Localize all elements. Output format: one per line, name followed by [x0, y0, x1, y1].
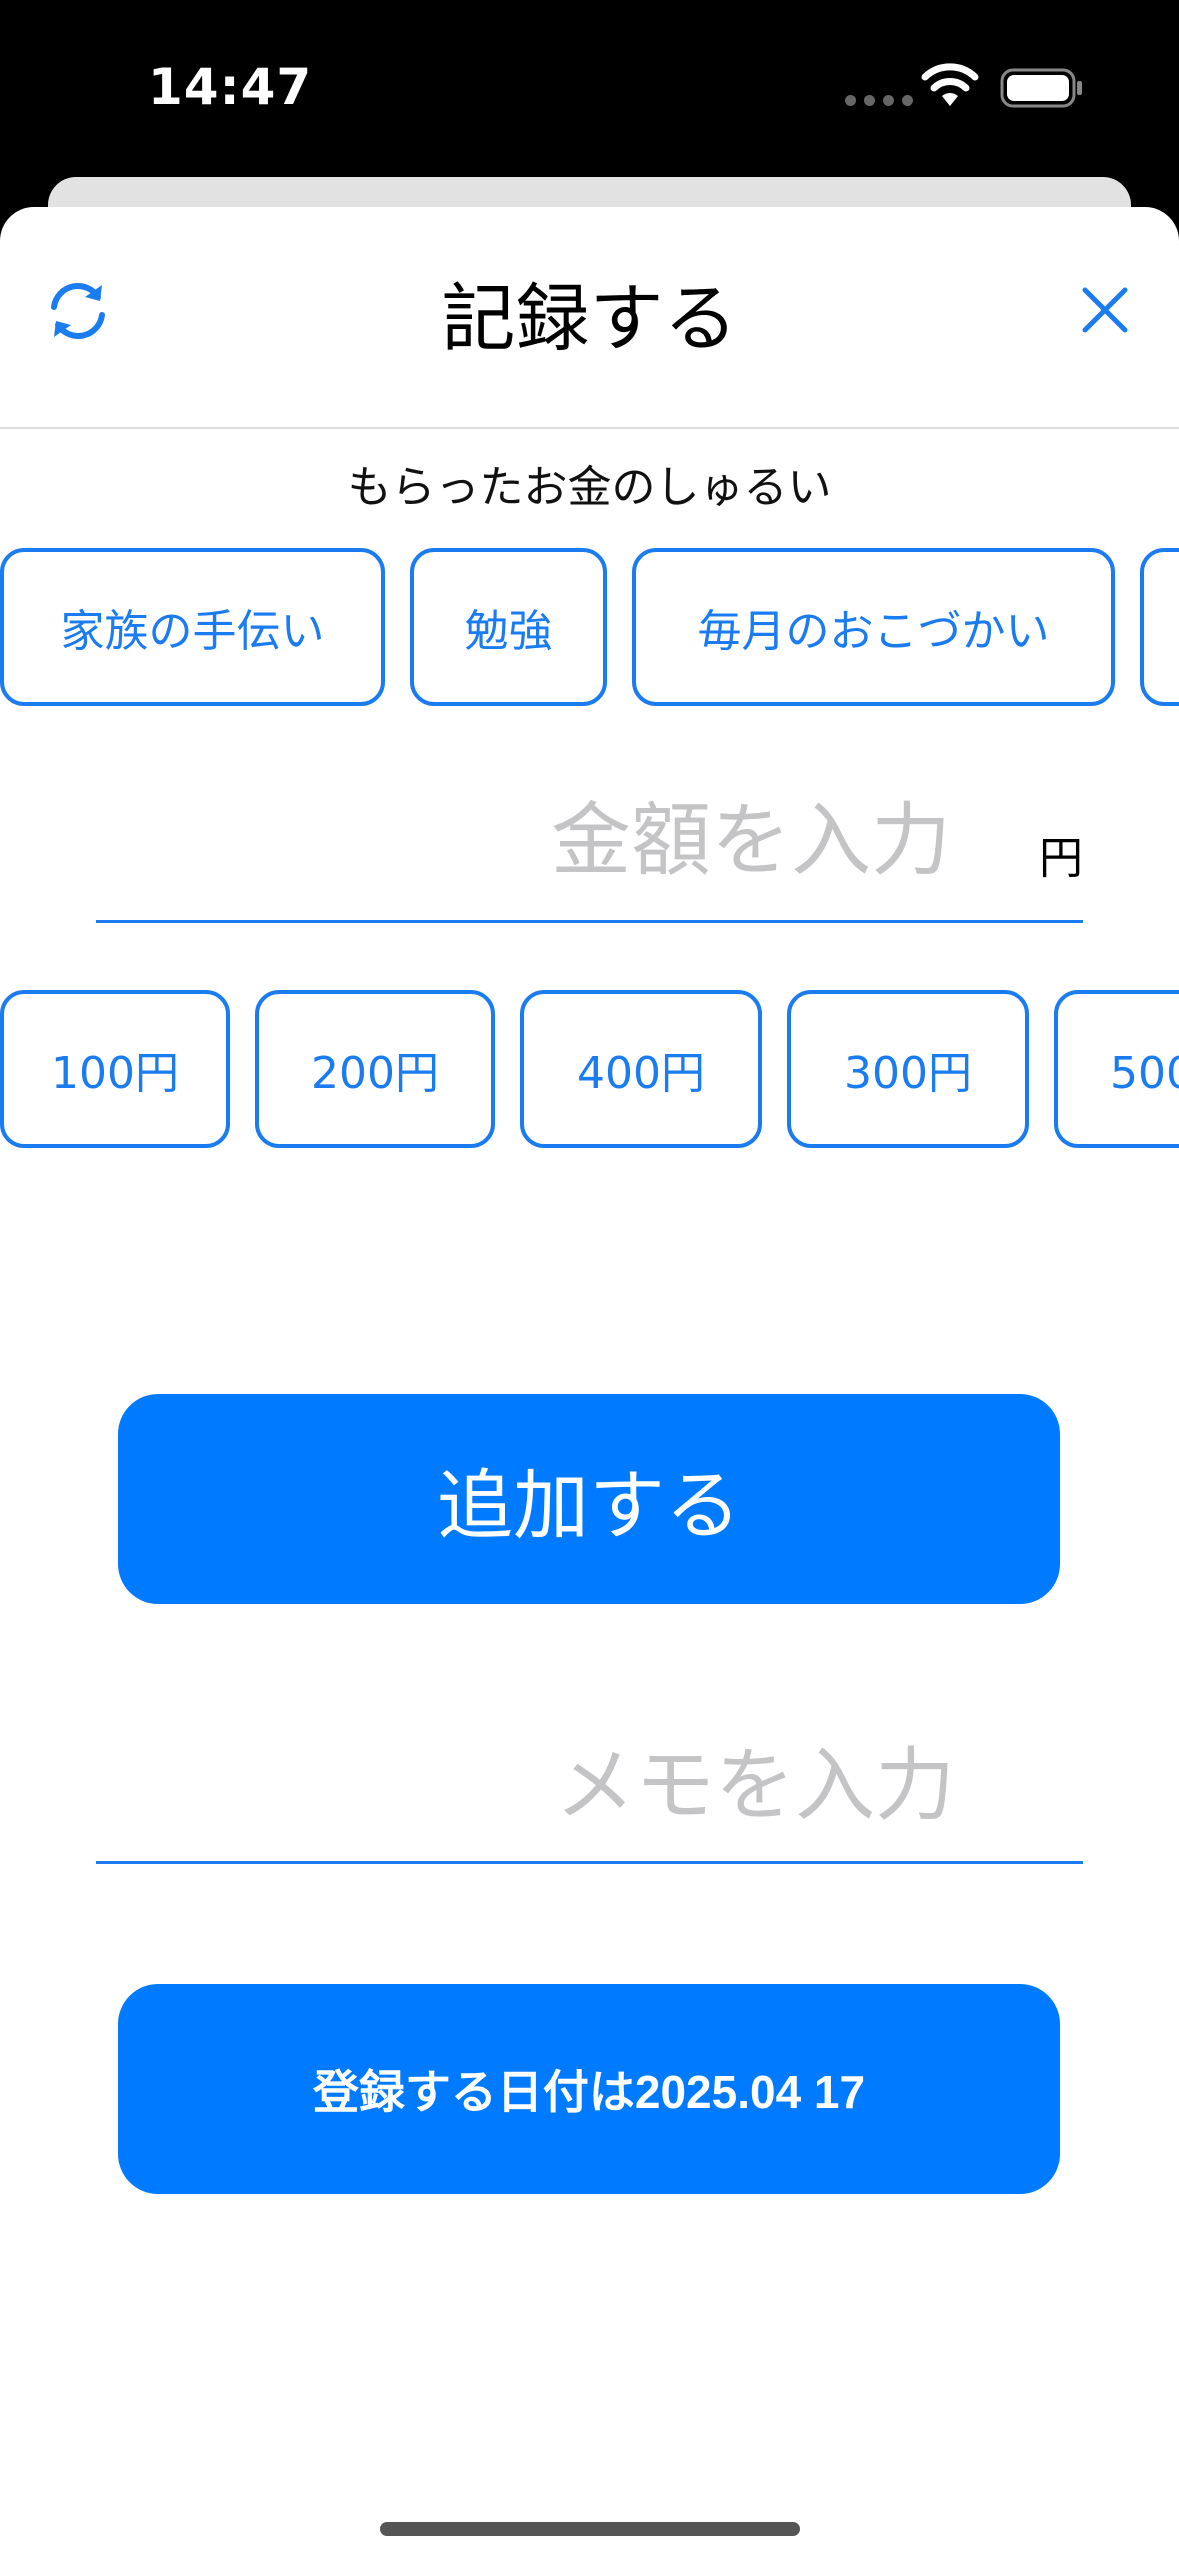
amount-preset-400[interactable]: 400円 [520, 990, 762, 1148]
memo-input[interactable] [173, 1729, 957, 1841]
memo-field [96, 1707, 1083, 1864]
category-chip-monthly-allowance[interactable]: 毎月のおこづかい [632, 548, 1115, 706]
amount-preset-100[interactable]: 100円 [0, 990, 230, 1148]
date-button-label: 登録する日付は2025.04 17 [312, 2066, 866, 2118]
close-icon[interactable] [1075, 280, 1135, 340]
amount-preset-row: 100円 200円 400円 300円 500円 [0, 990, 1179, 1150]
date-button[interactable]: 登録する日付は2025.04 17 [118, 1984, 1060, 2194]
status-bar: 14:47 [0, 0, 1179, 175]
category-chip-family-help[interactable]: 家族の手伝い [0, 548, 385, 706]
category-section-label: もらったお金のしゅるい [347, 462, 832, 513]
signal-dots-icon [845, 95, 913, 106]
amount-unit-label: 円 [1039, 833, 1083, 884]
battery-icon [1000, 68, 1082, 108]
status-time: 14:47 [148, 58, 313, 116]
category-chip-study[interactable]: 勉強 [410, 548, 607, 706]
home-indicator[interactable] [380, 2522, 800, 2536]
amount-preset-300[interactable]: 300円 [787, 990, 1029, 1148]
add-button[interactable]: 追加する [118, 1394, 1060, 1604]
category-chip-row: 家族の手伝い 勉強 毎月のおこづかい [0, 540, 1179, 706]
amount-preset-200[interactable]: 200円 [255, 990, 495, 1148]
page-title: 記録する [441, 276, 738, 362]
wifi-icon [921, 63, 979, 106]
amount-preset-500[interactable]: 500円 [1054, 990, 1179, 1148]
amount-field: 円 [96, 762, 1083, 923]
add-button-label: 追加する [437, 1464, 741, 1549]
category-chip-more[interactable] [1140, 548, 1179, 706]
sheet-header: 記録する [0, 207, 1179, 429]
amount-input[interactable] [169, 784, 953, 896]
record-sheet: 記録する もらったお金のしゅるい 家族の手伝い 勉強 毎月のおこづかい 円 10… [0, 207, 1179, 2556]
